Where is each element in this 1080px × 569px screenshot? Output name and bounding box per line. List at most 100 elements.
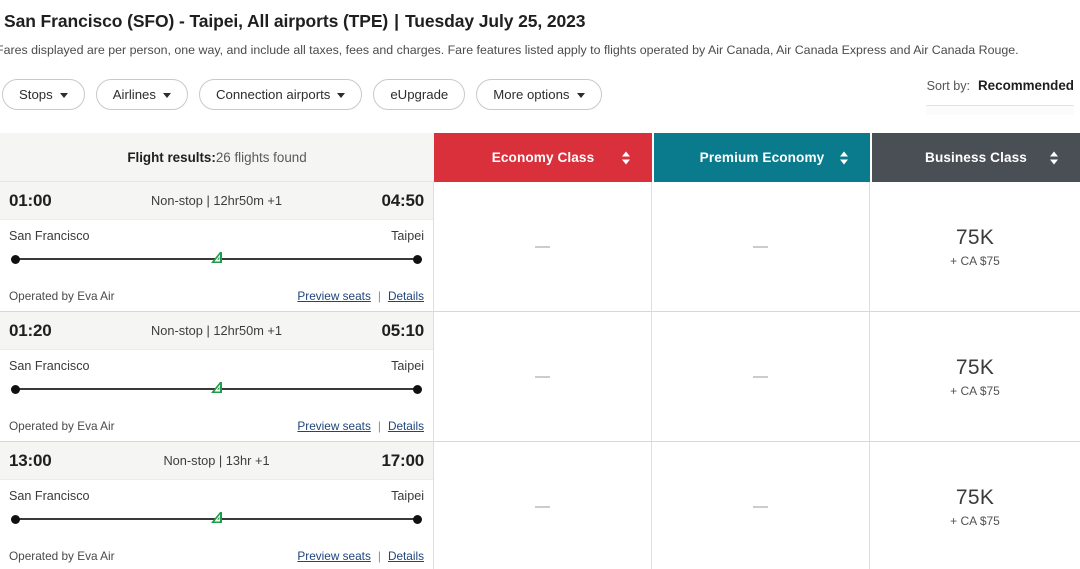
column-header-economy-label: Economy Class	[491, 150, 595, 165]
departure-time: 01:00	[9, 190, 52, 210]
price-taxes: + CA $75	[950, 384, 1000, 399]
airline-tail-icon	[210, 512, 222, 523]
fare-disclaimer: Fares displayed are per person, one way,…	[0, 43, 1019, 57]
travel-date: Tuesday July 25, 2023	[404, 11, 586, 31]
preview-seats-link[interactable]: Preview seats	[297, 289, 370, 303]
operated-by-label: Operated by Eva Air	[9, 289, 115, 303]
price-unavailable: —	[753, 368, 768, 385]
route-title: San Francisco (SFO) - Taipei, All airpor…	[4, 11, 389, 31]
chevron-down-icon	[576, 92, 585, 98]
results-grid: Flight results: 26 flights found Economy …	[0, 133, 1080, 569]
flight-results-title: Flight results:	[127, 149, 216, 165]
stops-duration-info: Non-stop | 13hr +1	[163, 453, 270, 468]
price-cell-premium-economy[interactable]: —	[652, 182, 870, 312]
route-line	[11, 382, 422, 394]
stops-duration-info: Non-stop | 12hr50m +1	[150, 323, 282, 338]
flight-itinerary-cell[interactable]: 13:00 Non-stop | 13hr +1 17:00 San Franc…	[0, 442, 434, 569]
flight-itinerary-cell[interactable]: 01:00 Non-stop | 12hr50m +1 04:50 San Fr…	[0, 182, 434, 312]
column-header-premium-economy-label: Premium Economy	[699, 150, 825, 165]
operated-by-label: Operated by Eva Air	[9, 419, 115, 433]
destination-dot-icon	[413, 384, 422, 394]
filter-stops-button[interactable]: Stops	[2, 78, 85, 110]
column-header-economy[interactable]: Economy Class	[434, 133, 652, 182]
table-row: 13:00 Non-stop | 13hr +1 17:00 San Franc…	[0, 442, 1080, 569]
price-cell-economy[interactable]: —	[434, 442, 652, 569]
price-taxes: + CA $75	[950, 514, 1000, 529]
filter-more-options-label: More options	[493, 86, 570, 102]
destination-city: Taipei	[391, 359, 424, 373]
origin-dot-icon	[11, 254, 20, 264]
filter-connection-airports-label: Connection airports	[215, 86, 331, 102]
link-divider: |	[377, 289, 381, 303]
sort-updown-icon[interactable]	[1050, 151, 1058, 164]
filter-more-options-button[interactable]: More options	[476, 78, 602, 110]
flight-row-links: Preview seats | Details	[297, 289, 424, 303]
chevron-down-icon	[162, 92, 171, 98]
departure-time: 13:00	[9, 450, 52, 470]
results-header-row: Flight results: 26 flights found Economy …	[0, 133, 1080, 182]
destination-city: Taipei	[391, 489, 424, 503]
flight-itinerary-cell[interactable]: 01:20 Non-stop | 12hr50m +1 05:10 San Fr…	[0, 312, 434, 442]
price-unavailable: —	[535, 368, 550, 385]
flight-row-links: Preview seats | Details	[297, 419, 424, 433]
price-cell-business[interactable]: 75K + CA $75	[870, 312, 1080, 442]
column-header-premium-economy[interactable]: Premium Economy	[652, 133, 870, 182]
price-unavailable: —	[753, 238, 768, 255]
route-line	[11, 512, 422, 524]
filter-connection-airports-button[interactable]: Connection airports	[198, 78, 363, 110]
stops-duration-info: Non-stop | 12hr50m +1	[150, 193, 282, 208]
origin-city: San Francisco	[9, 229, 90, 243]
flight-time-band: 01:20 Non-stop | 12hr50m +1 05:10	[0, 312, 433, 350]
arrival-time: 04:50	[381, 190, 425, 210]
destination-dot-icon	[413, 514, 422, 524]
origin-city: San Francisco	[9, 489, 90, 503]
price-cell-business[interactable]: 75K + CA $75	[870, 442, 1080, 569]
sort-by-value[interactable]: Recommended	[978, 78, 1074, 93]
filter-airlines-button[interactable]: Airlines	[95, 78, 188, 110]
arrival-time: 17:00	[381, 450, 425, 470]
flight-results-page: San Francisco (SFO) - Taipei, All airpor…	[0, 0, 1080, 569]
details-link[interactable]: Details	[388, 419, 424, 433]
chevron-down-icon	[59, 92, 68, 98]
column-header-business[interactable]: Business Class	[870, 133, 1080, 182]
price-amount: 75K	[955, 225, 995, 249]
sort-updown-icon[interactable]	[840, 151, 848, 164]
origin-city: San Francisco	[9, 359, 90, 373]
price-cell-business[interactable]: 75K + CA $75	[870, 182, 1080, 312]
details-link[interactable]: Details	[388, 549, 424, 563]
flight-row-links: Preview seats | Details	[297, 549, 424, 563]
city-labels: San Francisco Taipei	[0, 480, 433, 503]
flight-time-band: 13:00 Non-stop | 13hr +1 17:00	[0, 442, 433, 480]
flight-row-footer: Operated by Eva Air Preview seats | Deta…	[0, 289, 433, 303]
destination-dot-icon	[413, 254, 422, 264]
departure-time: 01:20	[9, 320, 52, 340]
price-cell-premium-economy[interactable]: —	[652, 312, 870, 442]
flight-rows-container: 01:00 Non-stop | 12hr50m +1 04:50 San Fr…	[0, 182, 1080, 569]
destination-city: Taipei	[391, 229, 424, 243]
price-unavailable: —	[753, 498, 768, 515]
filter-bar: Stops Airlines Connection airports eUpgr…	[0, 74, 1080, 115]
price-unavailable: —	[535, 238, 550, 255]
price-unavailable: —	[535, 498, 550, 515]
operated-by-label: Operated by Eva Air	[9, 549, 115, 563]
table-row: 01:20 Non-stop | 12hr50m +1 05:10 San Fr…	[0, 312, 1080, 442]
route-separator: |	[394, 11, 399, 31]
preview-seats-link[interactable]: Preview seats	[297, 549, 370, 563]
price-cell-economy[interactable]: —	[434, 312, 652, 442]
column-header-business-label: Business Class	[925, 150, 1027, 165]
sort-updown-icon[interactable]	[622, 151, 630, 164]
price-cell-premium-economy[interactable]: —	[652, 442, 870, 569]
preview-seats-link[interactable]: Preview seats	[297, 419, 370, 433]
flight-results-summary: Flight results: 26 flights found	[0, 133, 434, 182]
filter-stops-label: Stops	[19, 86, 53, 102]
price-cell-economy[interactable]: —	[434, 182, 652, 312]
flight-row-footer: Operated by Eva Air Preview seats | Deta…	[0, 419, 433, 433]
origin-dot-icon	[11, 384, 20, 394]
sort-by-control[interactable]: Sort by: Recommended	[927, 78, 1074, 93]
origin-dot-icon	[11, 514, 20, 524]
airline-tail-icon	[210, 252, 222, 263]
details-link[interactable]: Details	[388, 289, 424, 303]
filter-eupgrade-button[interactable]: eUpgrade	[373, 78, 466, 110]
chevron-down-icon	[337, 92, 346, 98]
price-taxes: + CA $75	[950, 254, 1000, 269]
